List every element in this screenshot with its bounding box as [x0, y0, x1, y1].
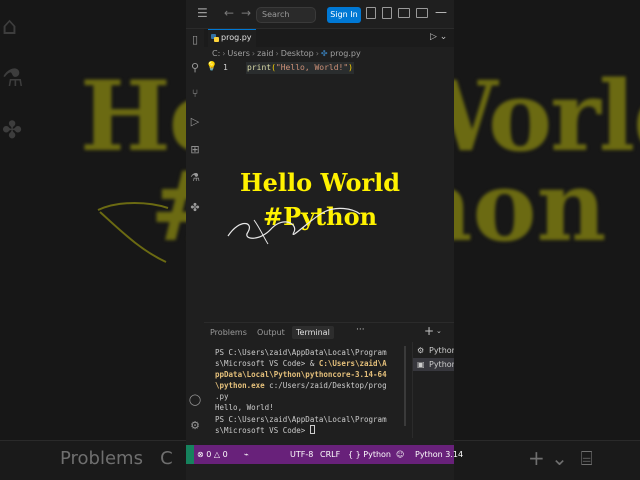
panel-tabs: Problems Output Terminal ··· + ⌄	[204, 323, 454, 341]
code-function: print	[247, 63, 272, 72]
activity-bar: ▯ ⚲ ⑂ ▷ ⊞ ⚗ ✤ ◯ ⚙	[186, 29, 204, 445]
terminal-icon: ▣	[417, 360, 425, 369]
panel-more-icon[interactable]: ···	[356, 325, 365, 335]
explorer-icon[interactable]: ▯	[188, 33, 202, 47]
terminal-line: c:/Users/zaid/Desktop/prog	[264, 381, 387, 391]
terminal-list: ⚙ Python ▣ Python	[412, 342, 454, 438]
breadcrumb-item[interactable]: C:	[212, 49, 220, 58]
tab-label: prog.py	[221, 33, 252, 42]
video-frame: ⌂⚗✤ Hello World #Python Problems C + ⌄ ⌸…	[0, 0, 640, 480]
settings-gear-icon[interactable]: ⚙	[188, 419, 202, 433]
terminal-path: ppData\Local\Python\pythoncore-3.14-64	[215, 370, 387, 380]
panel-toggle-icon[interactable]	[398, 8, 410, 18]
warning-count: 0	[222, 450, 228, 459]
remote-indicator[interactable]	[186, 445, 194, 464]
title-bar: ☰ ← → Search Sign In —	[186, 0, 454, 29]
language-status[interactable]: { } Python	[348, 445, 391, 464]
run-debug-icon[interactable]: ▷	[188, 115, 202, 129]
status-bar: ⊗ 0 △ 0 ⌁ UTF-8 CRLF { } Python ☺ Python…	[186, 445, 463, 464]
layout-icon[interactable]	[366, 7, 376, 19]
debug-icon: ⚙	[417, 346, 425, 355]
breadcrumb-item[interactable]: prog.py	[330, 49, 361, 58]
terminal-path: C:\Users\zaid\A	[318, 359, 387, 369]
code-string: "Hello, World!"	[275, 63, 349, 72]
breadcrumb-item[interactable]: Users	[227, 49, 249, 58]
editor-tabs: prog.py	[204, 29, 454, 47]
terminal-output-line: Hello, World!	[215, 403, 274, 413]
terminal-path: \python.exe	[215, 381, 265, 391]
terminal-line: s\Microsoft VS Code> &	[215, 359, 319, 369]
terminal-list-item[interactable]: ⚙ Python	[413, 344, 454, 357]
signature-scribble	[227, 207, 361, 245]
eol-status[interactable]: CRLF	[320, 445, 340, 464]
terminal-list-label: Python	[429, 346, 454, 355]
python-file-icon	[211, 34, 219, 42]
terminal-line: PS C:\Users\zaid\AppData\Local\Program	[215, 414, 387, 424]
terminal-output[interactable]: PS C:\Users\zaid\AppData\Local\Program s…	[215, 347, 401, 441]
code-line[interactable]: print("Hello, World!")	[246, 62, 354, 74]
new-terminal-icon[interactable]: +	[424, 324, 434, 338]
line-number: 1	[223, 63, 228, 72]
background-panel-icons: + ⌄ ⌸	[528, 446, 593, 470]
problems-status[interactable]: ⊗ 0 △ 0	[197, 445, 228, 464]
secondary-sidebar-icon[interactable]	[416, 8, 428, 18]
forward-arrow-icon[interactable]: →	[241, 6, 251, 20]
tab-output[interactable]: Output	[257, 326, 285, 339]
menu-icon[interactable]: ☰	[197, 6, 211, 20]
sidebar-toggle-icon[interactable]	[382, 7, 392, 19]
minimize-icon[interactable]: —	[435, 5, 447, 19]
tab-problems[interactable]: Problems	[210, 326, 247, 339]
breadcrumb: C: › Users › zaid › Desktop › ✤ prog.py	[212, 49, 361, 58]
encoding-status[interactable]: UTF-8	[290, 445, 313, 464]
terminal-prompt: s\Microsoft VS Code>	[215, 425, 310, 435]
error-count: 0	[206, 450, 212, 459]
search-input[interactable]: Search	[256, 7, 316, 23]
breadcrumb-item[interactable]: zaid	[257, 49, 273, 58]
copilot-status-icon[interactable]: ☺	[396, 445, 404, 464]
background-problems-label: Problems C	[60, 448, 173, 469]
code-paren-close: )	[348, 63, 353, 72]
chevron-down-icon[interactable]: ⌄	[436, 327, 442, 335]
terminal-scrollbar[interactable]	[404, 346, 406, 426]
search-icon[interactable]: ⚲	[188, 61, 202, 75]
breadcrumb-item[interactable]: Desktop	[281, 49, 314, 58]
extensions-icon[interactable]: ⊞	[188, 143, 202, 157]
sign-in-button[interactable]: Sign In	[327, 7, 361, 23]
run-button[interactable]: ▷ ⌄	[430, 32, 447, 42]
tab-prog-py[interactable]: prog.py	[208, 29, 256, 47]
caption-hello-world: Hello World	[239, 168, 401, 197]
tab-terminal[interactable]: Terminal	[292, 326, 334, 339]
language-label: Python	[363, 450, 391, 459]
source-control-icon[interactable]: ⑂	[188, 87, 202, 101]
terminal-list-item[interactable]: ▣ Python	[413, 358, 454, 371]
ports-icon[interactable]: ⌁	[244, 445, 249, 464]
terminal-list-label: Python	[429, 360, 454, 369]
lightbulb-icon[interactable]: 💡	[206, 62, 217, 72]
account-icon[interactable]: ◯	[188, 393, 202, 407]
terminal-line: .py	[215, 392, 229, 402]
terminal-line: PS C:\Users\zaid\AppData\Local\Program	[215, 348, 387, 357]
back-arrow-icon[interactable]: ←	[224, 6, 234, 20]
interpreter-status[interactable]: Python 3.14	[415, 445, 463, 464]
terminal-cursor	[309, 424, 315, 434]
